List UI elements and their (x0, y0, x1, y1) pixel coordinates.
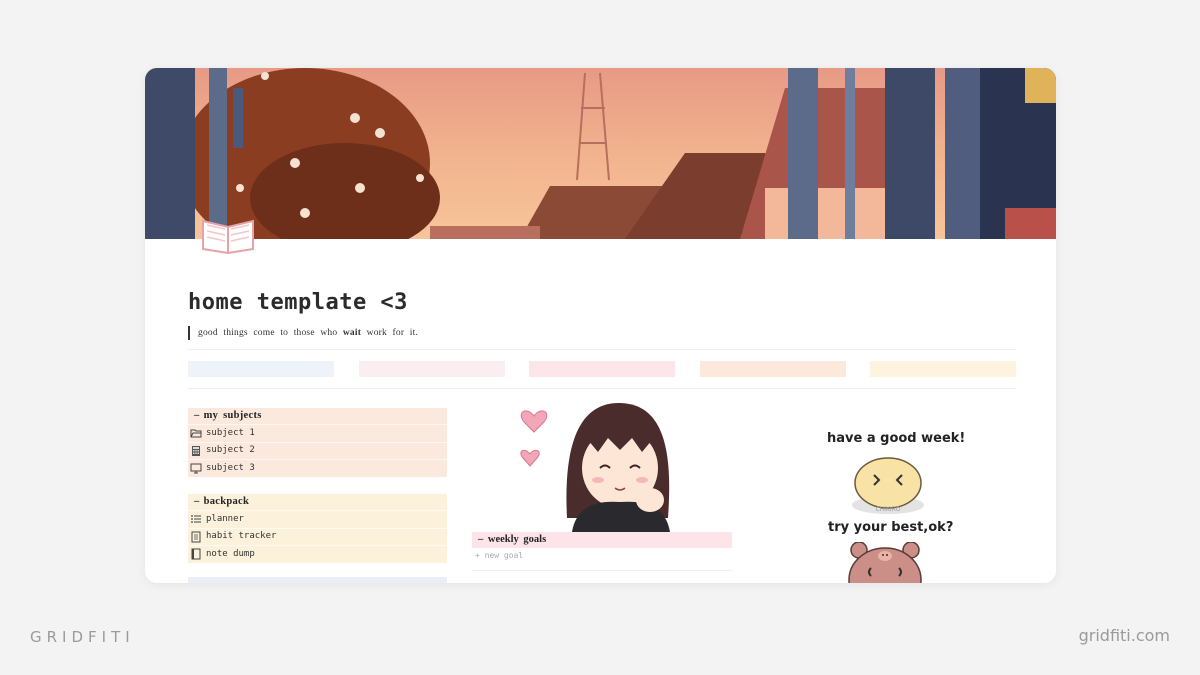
toggle-dash-icon: – (194, 496, 200, 507)
cover-image[interactable] (145, 68, 1056, 239)
divider (188, 388, 1016, 389)
color-bar-yellow (870, 361, 1016, 377)
calculator-icon (192, 445, 200, 456)
color-bar-pink-light (359, 361, 505, 377)
planner-link[interactable]: planner (188, 510, 447, 528)
bun-mascot-sticker: CHIKIRO (852, 457, 924, 514)
weekly-goals-header[interactable]: – weekly goals (472, 532, 732, 548)
divider (472, 570, 732, 571)
new-goal-button[interactable]: + new goal (475, 551, 523, 560)
toggle-dash-icon: – (478, 534, 484, 545)
quote-emphasis: wait (342, 328, 362, 338)
folder-icon (190, 429, 202, 438)
brand-wordmark-left: GRIDFITI (30, 628, 135, 646)
notebook-icon (191, 548, 201, 560)
open-book-icon[interactable] (199, 213, 257, 255)
notion-page-card: home template <3 good things come to tho… (145, 68, 1056, 583)
bun-tag-label: CHIKIRO (875, 506, 900, 513)
note-dump-link[interactable]: note dump (188, 545, 447, 563)
color-bar-blue (188, 361, 334, 377)
subject-2-link[interactable]: subject 2 (188, 441, 447, 459)
monitor-icon (190, 463, 202, 474)
sticker-caption-have-a-good-week: have a good week! (827, 431, 966, 446)
habit-tracker-link[interactable]: habit tracker (188, 527, 447, 545)
document-icon (191, 531, 201, 543)
plus-icon: + (475, 551, 480, 560)
bear-mascot-sticker (848, 542, 922, 583)
backpack-header[interactable]: – backpack (188, 494, 447, 510)
anime-girl-image (472, 400, 734, 532)
quote-text-before: good things come to those who (198, 328, 338, 338)
quote-block: good things come to those who wait work … (188, 326, 418, 340)
my-subjects-toggle: – my subjects subject 1 subject 2 subject… (188, 408, 447, 477)
subject-1-link[interactable]: subject 1 (188, 424, 447, 442)
sticker-caption-try-your-best: try your best,ok? (828, 520, 954, 535)
color-bar-pink (529, 361, 675, 377)
brand-url-right[interactable]: gridfiti.com (1079, 626, 1170, 645)
page-title: home template <3 (188, 290, 408, 315)
divider (188, 349, 1016, 350)
quote-text-after: work for it. (366, 328, 419, 338)
toggle-dash-icon: – (194, 410, 200, 421)
list-icon (191, 515, 201, 524)
subject-3-link[interactable]: subject 3 (188, 459, 447, 477)
my-subjects-header[interactable]: – my subjects (188, 408, 447, 424)
color-bar-peach (700, 361, 846, 377)
collapsed-section-stub[interactable] (188, 577, 447, 583)
backpack-toggle: – backpack planner habit tracker note dum… (188, 494, 447, 563)
